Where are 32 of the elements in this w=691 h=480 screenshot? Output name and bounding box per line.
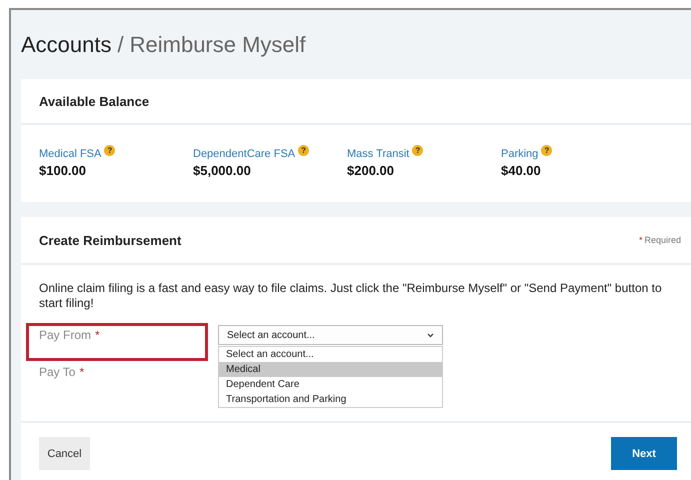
account-balance: $5,000.00 [193, 163, 252, 178]
required-asterisk: * [638, 235, 642, 245]
required-asterisk: * [95, 328, 100, 344]
breadcrumb-separator: / [118, 32, 124, 58]
next-button[interactable]: Next [611, 437, 677, 470]
help-icon[interactable]: ? [412, 145, 424, 156]
required-asterisk: * [79, 365, 84, 381]
account-balance: $100.00 [39, 163, 87, 178]
card-title: Available Balance [39, 94, 150, 108]
help-icon[interactable]: ? [298, 145, 310, 156]
account-link[interactable]: Parking [501, 148, 538, 160]
dropdown-option[interactable]: Dependent Care [219, 377, 442, 392]
field-label: Pay From [39, 328, 92, 344]
breadcrumb-link[interactable]: Accounts [21, 32, 112, 58]
card-title: Create Reimbursement [39, 232, 182, 248]
cancel-button[interactable]: Cancel [39, 437, 90, 470]
account-balance: $200.00 [347, 163, 395, 178]
account-select[interactable]: Select an account... [218, 325, 443, 345]
account-balance: $40.00 [501, 163, 542, 178]
chevron-icon [427, 332, 434, 338]
help-icon[interactable]: ? [104, 145, 116, 156]
dropdown-option[interactable]: Select an account... [219, 347, 442, 362]
account-link[interactable]: Mass Transit [347, 148, 410, 160]
page-title: Reimburse Myself [130, 32, 306, 58]
field-label: Pay To [39, 365, 76, 381]
account-link[interactable]: DependentCare FSA [193, 148, 296, 160]
account-link[interactable]: Medical FSA [39, 148, 102, 160]
required-note: Required [644, 235, 681, 245]
intro-text: Online claim filing is a fast and easy way to file claims. Just click the "Reimburse Myself" or "Send Payment" button to start filing! [39, 281, 663, 311]
dropdown-option[interactable]: Transportation and Parking [219, 392, 442, 407]
help-icon[interactable]: ? [541, 145, 552, 156]
dropdown-option[interactable]: Medical [219, 362, 442, 377]
